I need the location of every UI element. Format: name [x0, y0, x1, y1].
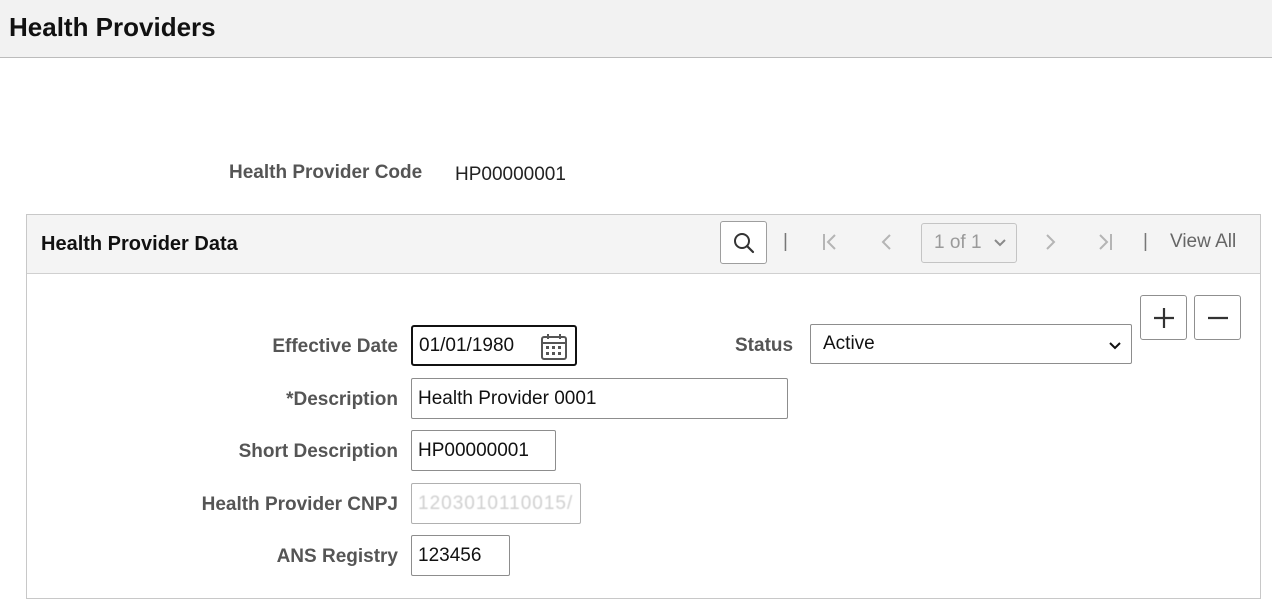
- page-selector-value: 1 of 1: [934, 232, 982, 253]
- plus-icon: [1153, 307, 1174, 328]
- effective-date-value: 01/01/1980: [419, 334, 515, 356]
- health-provider-code-value: HP00000001: [455, 164, 566, 185]
- ans-registry-input[interactable]: 123456: [411, 535, 510, 576]
- search-icon: [733, 232, 754, 253]
- status-value: Active: [823, 333, 875, 354]
- page-selector[interactable]: 1 of 1: [921, 223, 1017, 263]
- previous-page-icon: [881, 234, 891, 250]
- toolbar-separator: |: [1143, 231, 1148, 252]
- health-provider-cnpj-input[interactable]: 1203010110015/: [411, 483, 581, 524]
- description-value: Health Provider 0001: [418, 387, 597, 409]
- last-page-icon: [1099, 234, 1112, 250]
- health-provider-data-grid: Health Provider Data | 1 of 1 | View All…: [26, 214, 1261, 599]
- status-label: Status: [735, 335, 794, 356]
- page-title: Health Providers: [9, 12, 216, 42]
- next-page-button[interactable]: [1037, 229, 1063, 255]
- first-page-button[interactable]: [817, 229, 843, 255]
- next-page-icon: [1046, 234, 1056, 250]
- minus-icon: [1207, 316, 1228, 319]
- delete-row-button[interactable]: [1194, 295, 1241, 340]
- health-provider-code-label: Health Provider Code: [229, 162, 423, 183]
- view-all-link[interactable]: View All: [1170, 231, 1236, 253]
- chevron-down-icon: [994, 239, 1006, 247]
- description-label: *Description: [286, 389, 398, 410]
- last-page-button[interactable]: [1092, 229, 1118, 255]
- ans-registry-value: 123456: [418, 544, 482, 566]
- short-description-value: HP00000001: [418, 439, 529, 461]
- grid-title: Health Provider Data: [41, 233, 238, 255]
- grid-header: Health Provider Data | 1 of 1 | View All: [27, 215, 1260, 274]
- effective-date-field[interactable]: 01/01/1980: [411, 325, 577, 366]
- health-provider-cnpj-label: Health Provider CNPJ: [201, 494, 398, 515]
- health-provider-cnpj-value: 1203010110015/: [418, 492, 574, 514]
- status-dropdown[interactable]: Active: [810, 324, 1132, 364]
- toolbar-separator: |: [783, 231, 788, 252]
- effective-date-label: Effective Date: [272, 336, 398, 357]
- add-row-button[interactable]: [1140, 295, 1187, 340]
- search-button[interactable]: [720, 221, 767, 264]
- previous-page-button[interactable]: [874, 229, 900, 255]
- description-input[interactable]: Health Provider 0001: [411, 378, 788, 419]
- page-header: Health Providers: [0, 0, 1272, 58]
- short-description-input[interactable]: HP00000001: [411, 430, 556, 471]
- short-description-label: Short Description: [238, 441, 398, 462]
- calendar-icon[interactable]: [540, 333, 568, 361]
- ans-registry-label: ANS Registry: [276, 546, 398, 567]
- chevron-down-icon: [1109, 342, 1121, 350]
- first-page-icon: [823, 234, 836, 250]
